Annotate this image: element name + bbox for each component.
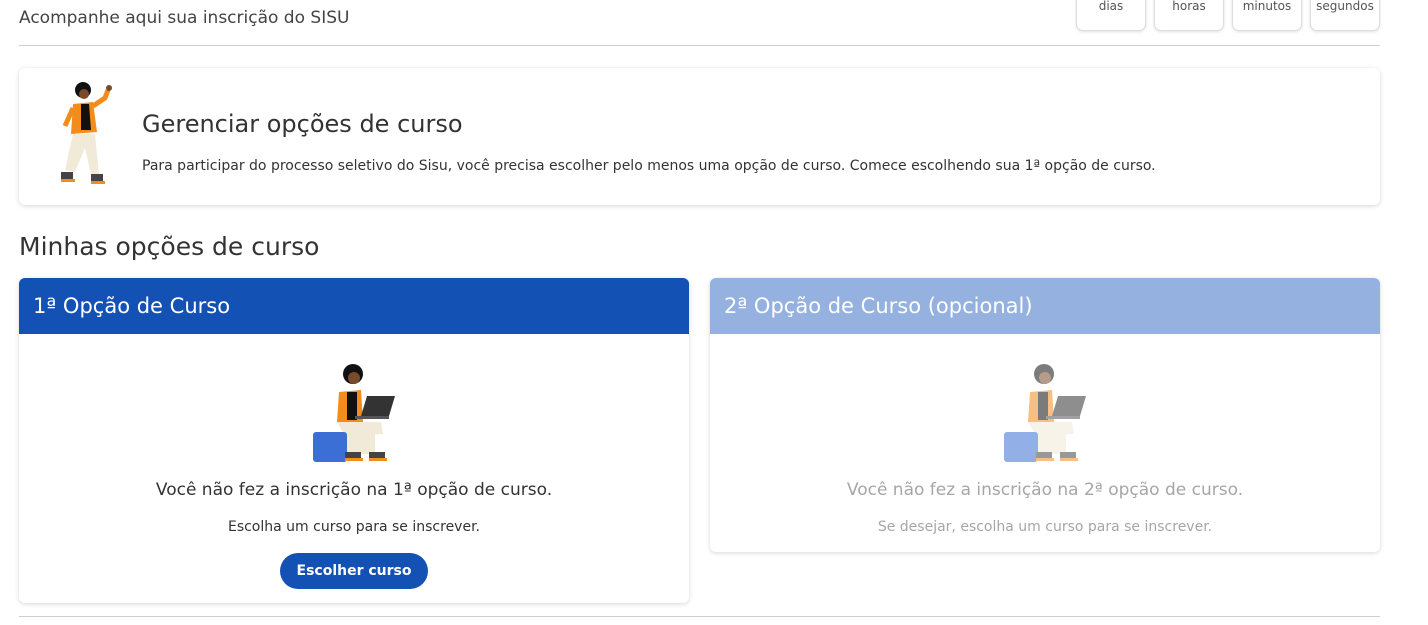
choose-course-button[interactable]: Escolher curso xyxy=(280,553,428,589)
first-option-message: Você não fez a inscrição na 1ª opção de … xyxy=(155,480,553,500)
person-with-laptop-illustration xyxy=(313,364,395,462)
second-option-hint: Se desejar, escolha um curso para se ins… xyxy=(877,519,1213,535)
divider-bottom xyxy=(19,616,1380,617)
manage-description: Para participar do processo seletivo do … xyxy=(142,158,1156,174)
countdown-seconds: segundos xyxy=(1310,0,1380,31)
manage-options-card: Gerenciar opções de curso Para participa… xyxy=(19,68,1380,205)
standing-person-illustration xyxy=(61,82,112,184)
first-option-hint: Escolha um curso para se inscrever. xyxy=(227,519,481,535)
countdown: dias horas minutos segundos xyxy=(1076,0,1380,31)
countdown-days: dias xyxy=(1076,0,1146,31)
second-option-title: 2ª Opção de Curso (opcional) xyxy=(710,278,1380,334)
section-title: Minhas opções de curso xyxy=(19,232,320,261)
manage-title: Gerenciar opções de curso xyxy=(142,110,463,138)
second-option-card: 2ª Opção de Curso (opcional) Você não fe… xyxy=(710,278,1380,552)
second-option-message: Você não fez a inscrição na 2ª opção de … xyxy=(846,480,1244,500)
first-option-card: 1ª Opção de Curso Você não fez a inscriç… xyxy=(19,278,689,603)
first-option-title: 1ª Opção de Curso xyxy=(19,278,689,334)
divider-top xyxy=(19,45,1380,46)
countdown-minutes: minutos xyxy=(1232,0,1302,31)
person-with-laptop-illustration xyxy=(1004,364,1086,462)
page-subtitle: Acompanhe aqui sua inscrição do SISU xyxy=(19,8,350,28)
countdown-hours: horas xyxy=(1154,0,1224,31)
